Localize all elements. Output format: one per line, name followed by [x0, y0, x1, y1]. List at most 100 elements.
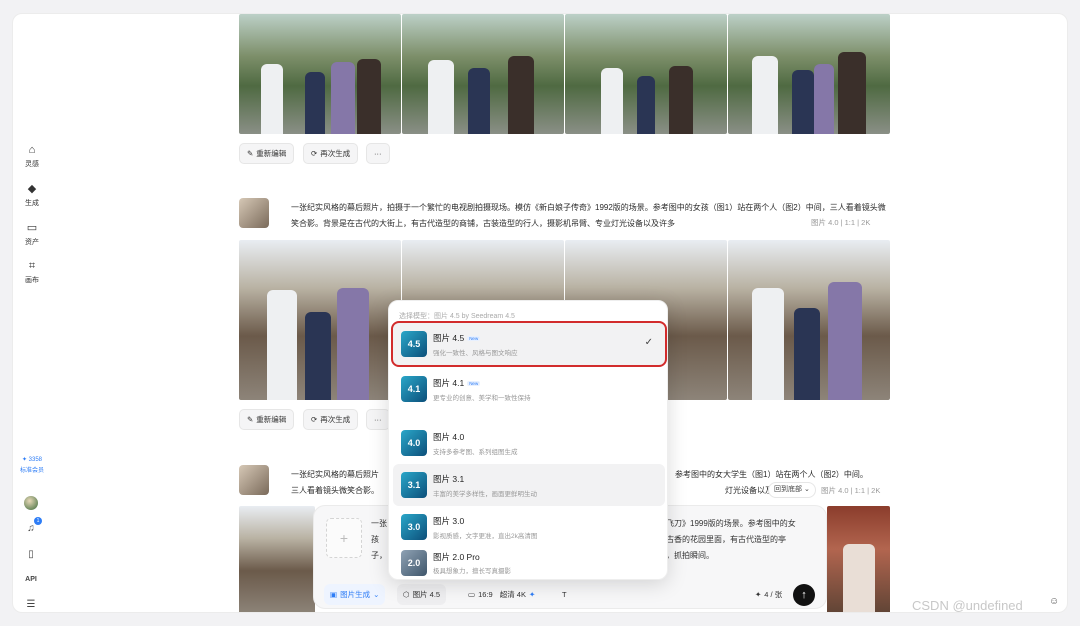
prompt-line: 子， [371, 551, 387, 560]
generated-image[interactable] [239, 240, 401, 400]
prompt-line: 一张 [371, 519, 387, 528]
cube-icon: ⬡ [403, 590, 410, 599]
model-label: 图片 4.5 [412, 590, 441, 599]
new-tag: New [467, 336, 481, 342]
model-logo: 3.1 [401, 472, 427, 498]
count-label: 4 / 张 [764, 590, 783, 599]
home-icon: ⌂ [28, 144, 36, 156]
model-title-text: 图片 4.5 [433, 333, 465, 343]
send-button[interactable]: ↑ [793, 584, 815, 606]
sidebar-item-label: 资产 [25, 239, 39, 246]
model-option-3-0[interactable]: 3.0 图片 3.0 影视质感，文字更准，直出2k高清图 [393, 506, 665, 548]
model-subtitle: 影视质感，文字更准，直出2k高清图 [433, 533, 538, 540]
prompt-body: 一张纪实风格的幕后照片，拍摄于一个繁忙的电视剧拍摄现场。模仿《新白娘子传奇》19… [291, 203, 886, 228]
prompt-line: 古香的花园里面，有古代造型的亭 [666, 535, 786, 544]
api-link[interactable]: API [24, 572, 38, 586]
sidebar-item-label: 生成 [25, 200, 39, 207]
model-logo: 3.0 [401, 514, 427, 540]
generated-image[interactable] [239, 14, 401, 134]
re-edit-button[interactable]: ✎ 重新编辑 [239, 143, 295, 164]
model-option-4-1[interactable]: 4.1 图片 4.1 New 更专业的创意、美学和一致性保持 [393, 368, 665, 410]
generated-image[interactable] [827, 506, 890, 612]
mobile-icon[interactable]: ▯ [24, 547, 38, 561]
app-window: ⌂ 灵感 ◆ 生成 ▭ 资产 ⌗ 画布 ✦ 3358 标准会员 ♫ 1 ▯ AP… [12, 13, 1068, 613]
model-subtitle: 更专业的创意、美学和一致性保持 [433, 395, 531, 402]
model-title: 图片 2.0 Pro [433, 552, 480, 562]
ratio-label: 16:9 [478, 590, 493, 599]
bell-icon: ♫ [27, 522, 35, 534]
re-edit-button[interactable]: ✎ 重新编辑 [239, 409, 295, 430]
model-title: 图片 3.1 [433, 474, 465, 484]
button-label: ··· [374, 149, 382, 158]
sidebar-item-assets[interactable]: ▭ 资产 [16, 222, 48, 247]
reference-thumbnail[interactable] [239, 465, 269, 495]
generated-image[interactable] [728, 240, 890, 400]
model-option-3-1[interactable]: 3.1 图片 3.1 丰富的美学多样性，画面更鲜明生动 [393, 464, 665, 506]
ratio-select[interactable]: ▭ 16:9 超清 4K ✦ [462, 584, 541, 605]
mode-label: 图片生成 [340, 590, 371, 599]
reference-thumbnail[interactable] [239, 198, 269, 228]
model-title: 图片 4.5 New [433, 332, 481, 344]
chevron-down-icon: ⌄ [803, 486, 810, 493]
chevron-down-icon: ⌄ [373, 590, 380, 599]
prompt-line: 孩 [371, 535, 379, 544]
sidebar-item-canvas[interactable]: ⌗ 画布 [16, 260, 48, 285]
watermark: CSDN @undefined [912, 598, 1023, 613]
button-label: 重新编辑 [256, 415, 287, 424]
regenerate-button[interactable]: ⟳ 再次生成 [303, 409, 359, 430]
user-avatar[interactable] [24, 496, 38, 510]
sidebar-item-generate[interactable]: ◆ 生成 [16, 183, 48, 208]
notification-button[interactable]: ♫ 1 [24, 517, 42, 535]
credits-count: 3358 [28, 457, 43, 463]
edit-icon: ✎ [247, 149, 254, 158]
sidebar-item-label: 画布 [25, 277, 39, 284]
membership-label: 标准会员 [19, 468, 44, 474]
prompt-input-right[interactable]: 飞刀》1999版的场景。参考图中的女 古香的花园里面，有古代造型的亭 ，抓拍瞬间… [666, 516, 796, 564]
button-label: 重新编辑 [256, 149, 287, 158]
more-button[interactable]: ··· [366, 143, 390, 164]
model-option-2-0-pro[interactable]: 2.0 图片 2.0 Pro 极具想象力，擅长写真摄影 [393, 548, 665, 578]
regenerate-button[interactable]: ⟳ 再次生成 [303, 143, 359, 164]
model-title-text: 图片 4.1 [433, 378, 465, 388]
prompt-line: 三人看着镜头微笑合影。 [291, 486, 379, 495]
prompt-line: 飞刀》1999版的场景。参考图中的女 [666, 519, 796, 528]
prompt-input-left[interactable]: 一张 孩 子， [371, 516, 387, 564]
model-title: 图片 3.0 [433, 516, 465, 526]
button-label: 回到底部 [774, 486, 802, 493]
back-to-bottom-button[interactable]: 回到底部 ⌄ [768, 482, 816, 498]
model-title: 图片 4.1 New [433, 377, 481, 389]
model-dropdown: 选择模型：图片 4.5 by Seedream 4.5 4.5 图片 4.5 Ne… [388, 300, 668, 580]
sidebar: ⌂ 灵感 ◆ 生成 ▭ 资产 ⌗ 画布 ✦ 3358 标准会员 ♫ 1 ▯ AP… [13, 14, 51, 612]
count-select[interactable]: ✦ 4 / 张 [749, 584, 788, 605]
menu-icon[interactable]: ☰ [24, 597, 38, 611]
quality-label: 超清 4K [499, 590, 526, 599]
image-icon: ▣ [330, 590, 338, 599]
model-option-4-0[interactable]: 4.0 图片 4.0 支持多参考图、系列组图生成 [393, 422, 665, 464]
model-select[interactable]: ⬡ 图片 4.5 [397, 584, 447, 605]
feedback-icon[interactable]: ☺ [1049, 596, 1063, 610]
generated-image[interactable] [565, 14, 727, 134]
generated-image[interactable] [239, 506, 315, 612]
more-button[interactable]: ··· [366, 409, 390, 430]
model-option-4-5[interactable]: 4.5 图片 4.5 New 强化一致性、风格与图文响应 ✓ [391, 321, 667, 367]
sparkle-icon: ✦ [528, 590, 536, 599]
canvas-icon: ⌗ [28, 260, 36, 272]
generation-meta: 图片 4.0 | 1:1 | 2K [811, 218, 871, 227]
prompt-text-left: 一张纪实风格的幕后照片 三人看着镜头微笑合影。 [291, 467, 379, 499]
add-reference-button[interactable]: + [326, 518, 362, 558]
diamond-icon: ◆ [27, 183, 37, 195]
model-logo: 4.0 [401, 430, 427, 456]
text-style-button[interactable]: T [556, 584, 573, 605]
button-label: ··· [374, 415, 382, 424]
model-logo: 4.1 [401, 376, 427, 402]
model-logo: 2.0 [401, 550, 427, 576]
mode-select[interactable]: ▣ 图片生成 ⌄ [324, 584, 386, 605]
checkmark-icon: ✓ [644, 337, 653, 348]
credits-badge[interactable]: ✦ 3358 标准会员 [15, 455, 49, 477]
generated-image[interactable] [728, 14, 890, 134]
sidebar-item-inspiration[interactable]: ⌂ 灵感 [16, 144, 48, 169]
generated-image[interactable] [402, 14, 564, 134]
sidebar-item-label: 灵感 [25, 161, 39, 168]
dropdown-header: 选择模型：图片 4.5 by Seedream 4.5 [399, 313, 515, 320]
prompt-line: 参考图中的女大学生（图1）站在两个人（图2）中间。 [675, 470, 868, 479]
